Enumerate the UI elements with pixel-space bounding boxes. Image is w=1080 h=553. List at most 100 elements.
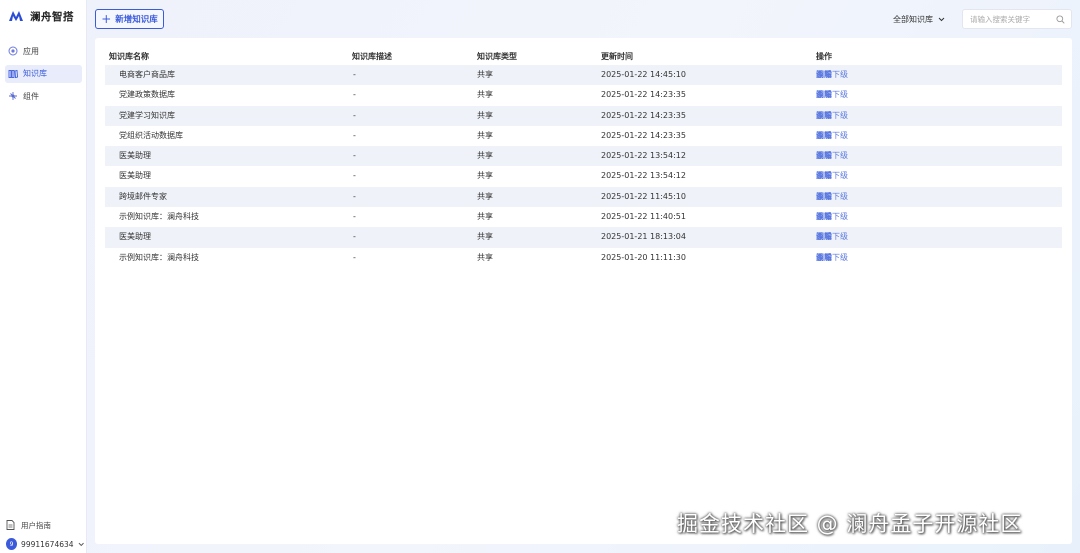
add-child-button[interactable]: 添加下级 <box>816 248 848 268</box>
search-box <box>962 9 1072 29</box>
knowledge-base-table-panel: 知识库名称 知识库描述 知识库类型 更新时间 操作 电商客户商品库 - 共享 2025… <box>95 38 1072 544</box>
cell-description: - <box>353 70 356 79</box>
add-child-button[interactable]: 添加下级 <box>816 146 848 166</box>
column-header-name: 知识库名称 <box>109 52 149 61</box>
table-row: 医美助理 - 共享 2025-01-22 13:54:12 查看 编辑 删除 添加下级 <box>105 146 1062 167</box>
add-child-button[interactable]: 添加下级 <box>816 85 848 105</box>
cell-type: 共享 <box>477 191 493 201</box>
add-button-label: 新增知识库 <box>115 15 158 25</box>
cell-type: 共享 <box>477 130 493 140</box>
cell-updated-time: 2025-01-20 11:11:30 <box>601 252 686 262</box>
cell-updated-time: 2025-01-21 18:13:04 <box>601 232 686 242</box>
cell-type: 共享 <box>477 232 493 242</box>
cell-description: - <box>353 232 356 242</box>
cell-type: 共享 <box>477 90 493 100</box>
table-row: 示例知识库：澜舟科技 - 共享 2025-01-20 11:11:30 查看 编辑 删除 添加… <box>105 248 1062 268</box>
cell-type: 共享 <box>477 110 493 120</box>
user-guide-link[interactable]: 用户指南 <box>6 518 84 532</box>
cell-updated-time: 2025-01-22 11:40:51 <box>601 212 686 222</box>
column-header-updated-time: 更新时间 <box>601 52 633 61</box>
cell-name: 示例知识库：澜舟科技 <box>119 252 199 262</box>
cell-updated-time: 2025-01-22 13:54:12 <box>601 171 686 181</box>
cell-name: 医美助理 <box>119 171 151 181</box>
user-guide-label: 用户指南 <box>21 520 51 530</box>
add-knowledge-base-button[interactable]: + 新增知识库 <box>95 9 164 29</box>
cell-updated-time: 2025-01-22 14:23:35 <box>601 130 686 140</box>
table-row: 党建政策数据库 - 共享 2025-01-22 14:23:35 查看 编辑 删除 添加下级 <box>105 85 1062 105</box>
table-row: 医美助理 - 共享 2025-01-21 18:13:04 查看 编辑 删除 添加下级 <box>105 227 1062 248</box>
plus-icon: + <box>101 12 112 26</box>
column-header-description: 知识库描述 <box>352 52 392 61</box>
cell-name: 党建政策数据库 <box>119 90 175 100</box>
document-icon <box>6 520 15 530</box>
search-input[interactable] <box>970 13 1055 26</box>
column-header-actions: 操作 <box>816 52 832 61</box>
cell-name: 跨境邮件专家 <box>119 191 167 201</box>
add-child-button[interactable]: 添加下级 <box>816 126 848 146</box>
cell-description: - <box>353 171 356 181</box>
app-icon <box>8 46 18 56</box>
avatar: 9 <box>6 538 18 550</box>
cell-name: 党建学习知识库 <box>119 110 175 120</box>
app-name: 澜舟智搭 <box>30 10 74 23</box>
sidebar-item-label: 组件 <box>23 91 39 101</box>
cell-description: - <box>353 252 356 262</box>
sidebar-item-label: 知识库 <box>23 69 47 78</box>
column-header-type: 知识库类型 <box>477 52 517 61</box>
cell-description: - <box>353 130 356 140</box>
cell-type: 共享 <box>477 151 493 161</box>
sidebar-nav: 应用 知识库 组件 <box>5 42 82 110</box>
logo-icon <box>9 11 23 21</box>
cell-name: 医美助理 <box>119 232 151 242</box>
cell-name: 电商客户商品库 <box>119 70 175 79</box>
cell-updated-time: 2025-01-22 14:23:35 <box>601 110 686 120</box>
add-child-button[interactable]: 添加下级 <box>816 106 848 126</box>
cell-updated-time: 2025-01-22 11:45:10 <box>601 191 686 201</box>
sidebar: 澜舟智搭 应用 知识库 组件 用户指南 9 99911674634 <box>0 0 87 553</box>
add-child-button[interactable]: 添加下级 <box>816 207 848 227</box>
cell-name: 示例知识库：澜舟科技 <box>119 212 199 222</box>
add-child-button[interactable]: 添加下级 <box>816 187 848 207</box>
cell-updated-time: 2025-01-22 14:23:35 <box>601 90 686 100</box>
cell-description: - <box>353 212 356 222</box>
table-body: 电商客户商品库 - 共享 2025-01-22 14:45:10 查看 编辑 删除 添加下级党… <box>105 65 1062 268</box>
user-account-menu[interactable]: 9 99911674634 <box>6 536 84 552</box>
table-row: 跨境邮件专家 - 共享 2025-01-22 11:45:10 查看 编辑 删除 添加下级 <box>105 186 1062 208</box>
cell-description: - <box>353 90 356 100</box>
knowledge-base-filter-select[interactable]: 全部知识库 <box>893 13 945 25</box>
cell-type: 共享 <box>477 252 493 262</box>
table-row: 示例知识库：澜舟科技 - 共享 2025-01-22 11:40:51 查看 编辑 删除 添加… <box>105 207 1062 227</box>
cell-type: 共享 <box>477 70 493 79</box>
cell-updated-time: 2025-01-22 13:54:12 <box>601 151 686 161</box>
cell-name: 党组织活动数据库 <box>119 130 183 140</box>
table-row: 党组织活动数据库 - 共享 2025-01-22 14:23:35 查看 编辑 删除 添加下级 <box>105 126 1062 146</box>
user-name: 99911674634 <box>21 539 74 549</box>
chevron-down-icon <box>938 17 945 21</box>
table-header: 知识库名称 知识库描述 知识库类型 更新时间 操作 <box>109 51 1061 63</box>
cell-description: - <box>353 151 356 161</box>
cell-type: 共享 <box>477 171 493 181</box>
table-row: 电商客户商品库 - 共享 2025-01-22 14:45:10 查看 编辑 删除 添加下级 <box>105 65 1062 86</box>
sidebar-item-knowledge-base[interactable]: 知识库 <box>5 64 82 83</box>
sidebar-item-components[interactable]: 组件 <box>5 87 82 105</box>
sidebar-item-label: 应用 <box>23 46 39 56</box>
filter-label: 全部知识库 <box>893 14 933 24</box>
search-icon[interactable] <box>1056 15 1065 24</box>
component-icon <box>9 92 17 100</box>
cell-name: 医美助理 <box>119 151 151 161</box>
add-child-button[interactable]: 添加下级 <box>816 65 848 85</box>
table-row: 医美助理 - 共享 2025-01-22 13:54:12 查看 编辑 删除 添加下级 <box>105 166 1062 186</box>
table-row: 党建学习知识库 - 共享 2025-01-22 14:23:35 查看 编辑 删除 添加下级 <box>105 105 1062 126</box>
sidebar-footer: 用户指南 9 99911674634 <box>6 518 84 552</box>
cell-updated-time: 2025-01-22 14:45:10 <box>601 70 686 79</box>
cell-type: 共享 <box>477 212 493 222</box>
chevron-down-icon <box>78 542 84 546</box>
add-child-button[interactable]: 添加下级 <box>816 227 848 247</box>
sidebar-item-apps[interactable]: 应用 <box>5 42 82 60</box>
add-child-button[interactable]: 添加下级 <box>816 166 848 186</box>
cell-description: - <box>353 191 356 201</box>
app-logo[interactable]: 澜舟智搭 <box>9 8 74 24</box>
cell-description: - <box>353 110 356 120</box>
book-icon <box>8 69 18 78</box>
watermark-text: 掘金技术社区 @ 澜舟孟子开源社区 <box>677 512 1023 536</box>
